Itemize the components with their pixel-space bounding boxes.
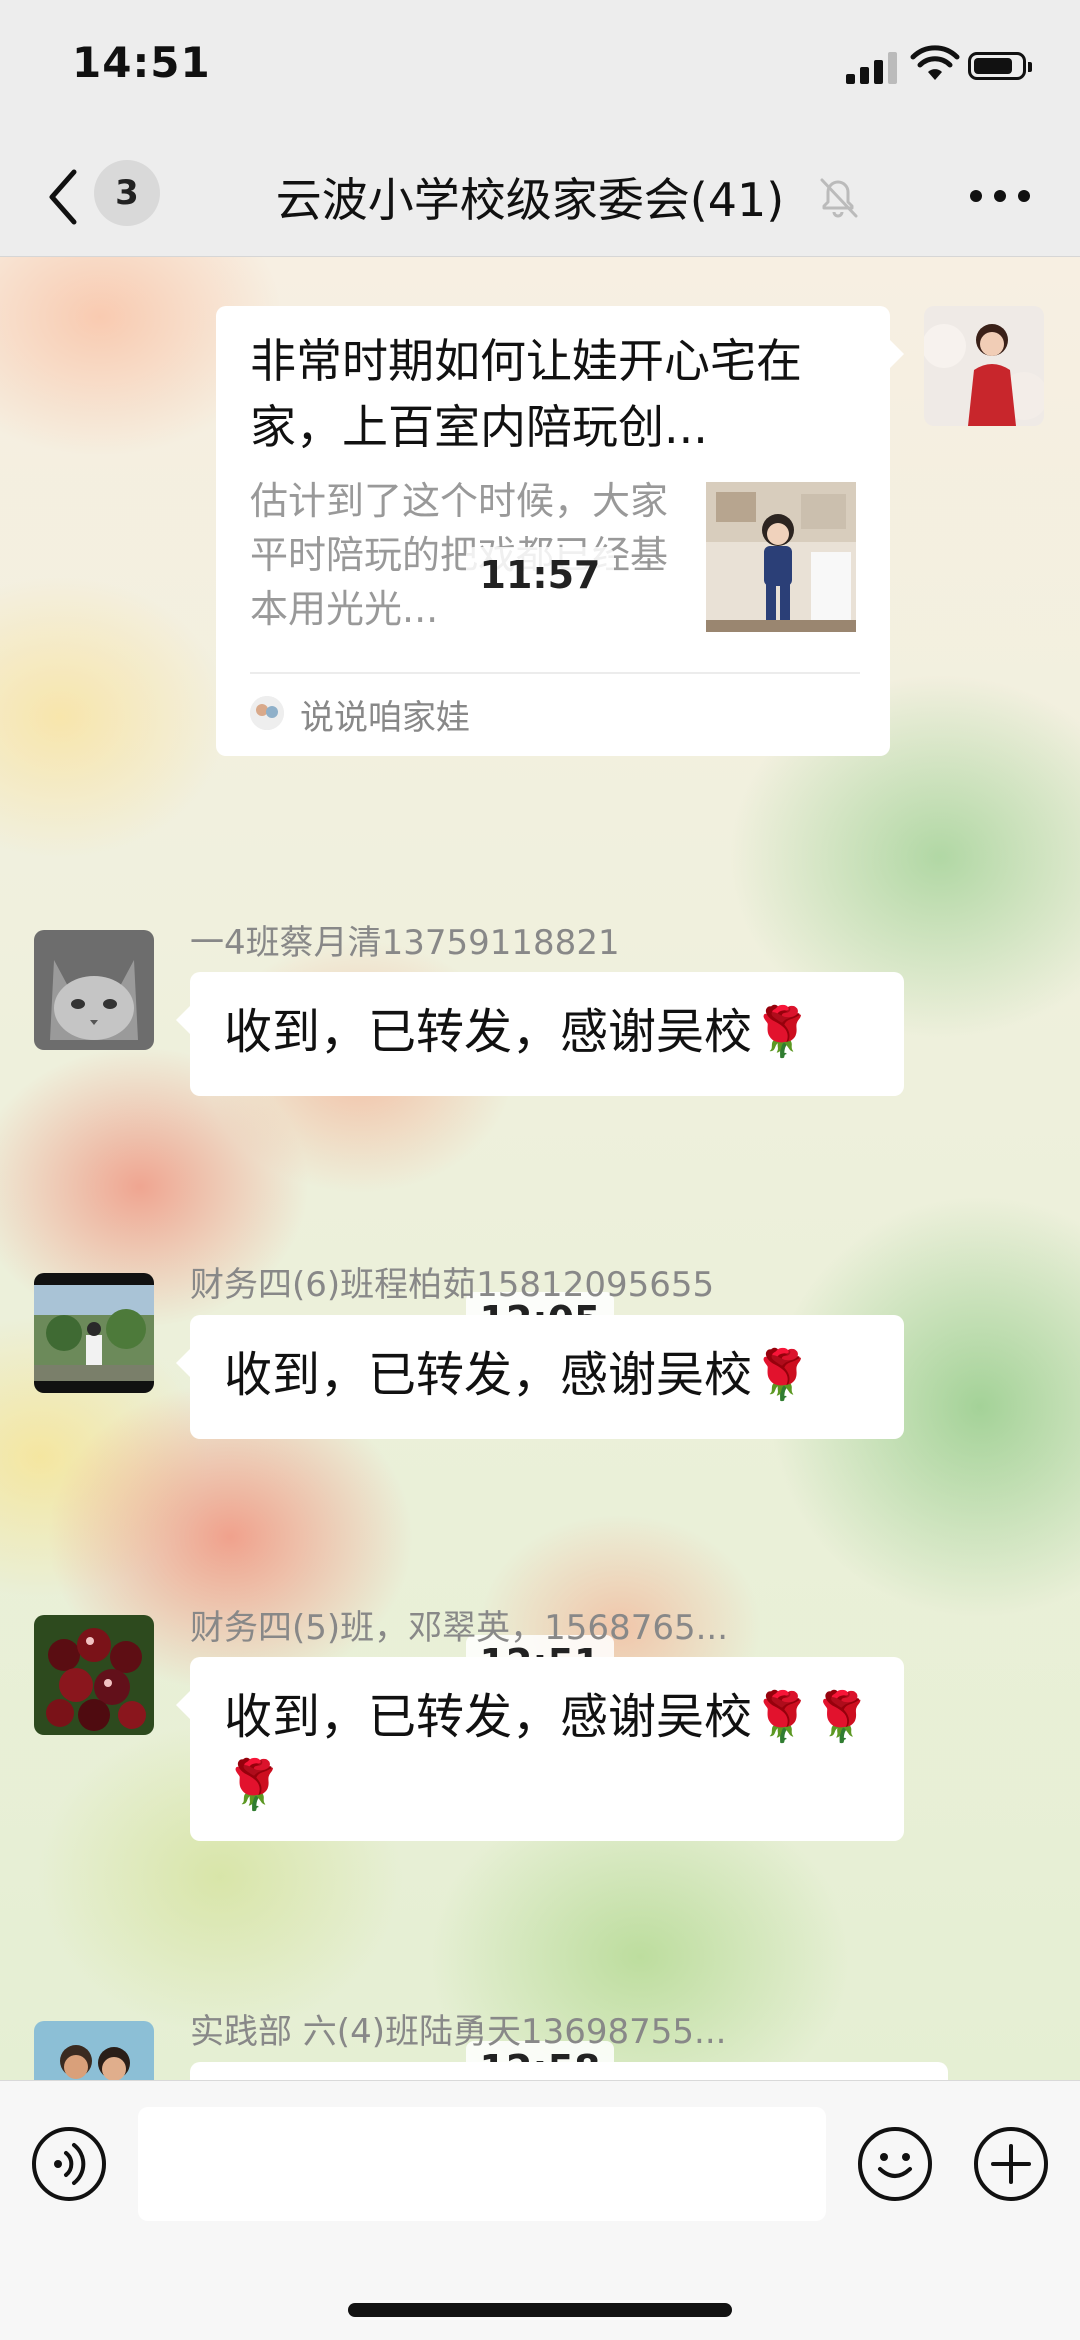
sender-avatar[interactable] [34,1273,154,1393]
message-text [190,2062,948,2080]
voice-input-button[interactable] [32,2127,106,2201]
plus-icon [991,2144,1031,2184]
chat-messages[interactable]: 非常时期如何让娃开心宅在家，上百室内陪玩创... 估计到了这个时候，大家平时陪玩… [0,257,1080,2080]
sender-avatar[interactable] [34,2021,154,2080]
sender-name: 实践部 六(4)班陆勇天13698755... [190,2012,727,2052]
cellular-signal-icon [846,50,900,84]
sender-avatar[interactable] [34,930,154,1050]
message-input-bar [0,2080,1080,2340]
message-bubble[interactable]: 收到，已转发，感谢吴校🌹 [176,1315,904,1439]
shared-article-card[interactable]: 非常时期如何让娃开心宅在家，上百室内陪玩创... 估计到了这个时候，大家平时陪玩… [216,306,904,756]
message-text: 收到，已转发，感谢吴校🌹 [224,1004,812,1060]
message-bubble[interactable]: 收到，已转发，感谢吴校🌹🌹🌹 [176,1657,904,1841]
message-text: 收到，已转发，感谢吴校🌹 [224,1347,812,1403]
source-account-avatar [250,696,284,730]
message-text: 收到，已转发，感谢吴校🌹🌹🌹 [224,1689,872,1813]
sender-avatar[interactable] [34,1615,154,1735]
unread-count-badge[interactable]: 3 [94,160,160,226]
back-chevron-icon[interactable] [40,162,90,232]
message-input[interactable] [138,2107,826,2221]
battery-icon [968,52,1032,80]
sender-name: 一4班蔡月清13759118821 [190,923,620,963]
chat-title: 云波小学校级家委会(41) [275,173,785,227]
message-bubble[interactable] [190,2062,948,2080]
article-source-name: 说说咱家娃 [300,698,470,738]
wifi-icon [910,45,960,80]
voice-icon [54,2143,86,2185]
emoji-button[interactable] [858,2127,932,2201]
more-functions-button[interactable] [974,2127,1048,2201]
article-title: 非常时期如何让娃开心宅在家，上百室内陪玩创... [250,334,802,454]
home-indicator [348,2303,732,2317]
chat-header: 3 云波小学校级家委会(41) [0,140,1080,257]
message-timestamp: 11:57 [465,547,615,603]
card-divider [250,672,860,674]
message-bubble[interactable]: 收到，已转发，感谢吴校🌹 [176,972,904,1096]
smiley-face-icon [878,2153,912,2178]
more-options-icon[interactable] [970,184,1030,204]
mute-bell-icon [820,178,858,218]
my-avatar[interactable] [924,306,1044,426]
status-bar: 14:51 [0,0,1080,140]
status-time: 14:51 [72,38,211,87]
sender-name: 财务四(5)班，邓翠英，1568765... [190,1608,729,1648]
sender-name: 财务四(6)班程柏茹15812095655 [190,1265,715,1305]
